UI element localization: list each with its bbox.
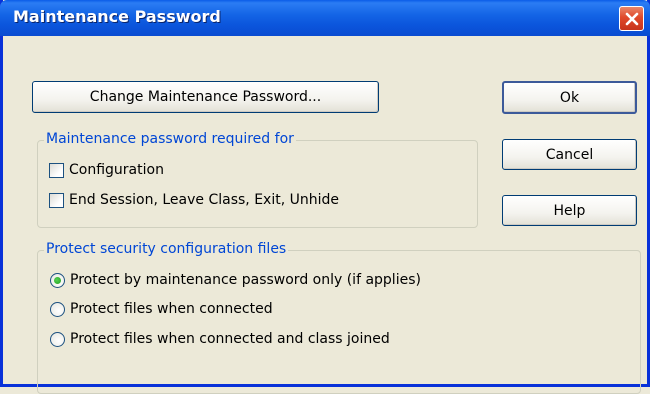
required-for-group-label: Maintenance password required for: [44, 131, 296, 147]
help-button[interactable]: Help: [502, 195, 637, 226]
configuration-label: Configuration: [69, 162, 164, 178]
required-for-group: Maintenance password required for: [37, 131, 478, 228]
end-session-label: End Session, Leave Class, Exit, Unhide: [69, 192, 339, 208]
protect-when-connected-label: Protect files when connected: [70, 301, 273, 317]
protect-by-password-radio[interactable]: Protect by maintenance password only (if…: [50, 272, 421, 288]
protect-files-group-label: Protect security configuration files: [44, 241, 289, 257]
protect-connected-class-joined-radio-button[interactable]: [50, 331, 65, 347]
protect-by-password-radio-button[interactable]: [50, 272, 65, 288]
title-bar[interactable]: Maintenance Password: [0, 0, 650, 36]
ok-button[interactable]: Ok: [502, 81, 637, 114]
protect-by-password-label: Protect by maintenance password only (if…: [70, 272, 421, 288]
dialog-body: Change Maintenance Password... Ok Cancel…: [3, 36, 647, 394]
close-icon: [625, 12, 638, 25]
maintenance-password-dialog: Maintenance Password Change Maintenance …: [0, 0, 650, 394]
change-maintenance-password-button[interactable]: Change Maintenance Password...: [32, 81, 379, 113]
cancel-button[interactable]: Cancel: [502, 139, 637, 170]
window-title: Maintenance Password: [13, 7, 221, 26]
protect-when-connected-radio[interactable]: Protect files when connected: [50, 301, 273, 317]
configuration-checkbox-box[interactable]: [49, 162, 64, 178]
close-button[interactable]: [619, 6, 644, 31]
end-session-checkbox-box[interactable]: [49, 192, 64, 208]
protect-connected-class-joined-radio[interactable]: Protect files when connected and class j…: [50, 331, 390, 347]
configuration-checkbox[interactable]: Configuration: [49, 162, 164, 178]
protect-connected-class-joined-label: Protect files when connected and class j…: [70, 331, 390, 347]
protect-when-connected-radio-button[interactable]: [50, 301, 65, 317]
end-session-checkbox[interactable]: End Session, Leave Class, Exit, Unhide: [49, 192, 339, 208]
